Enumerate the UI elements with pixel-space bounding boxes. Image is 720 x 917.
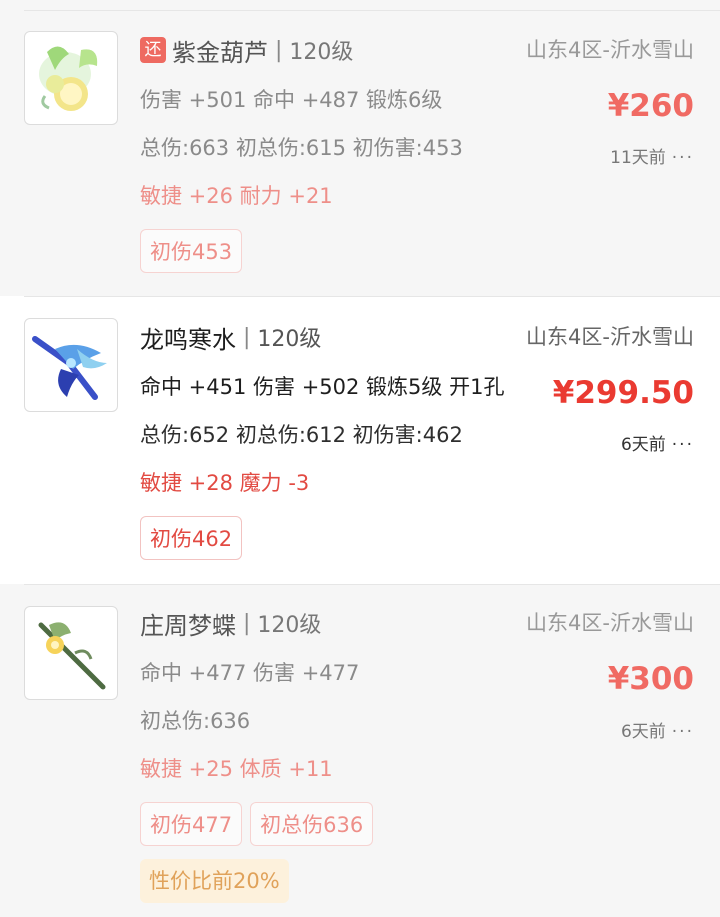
value-rank-tag: 性价比前20% [140,859,289,903]
item-stats: 命中 +451 伤害 +502 锻炼5级 开1孔 [140,375,505,399]
listing-card[interactable]: 庄周梦蝶 | 120级 山东4区-沂水雪山 命中 +477 伤害 +477 ¥3… [0,584,720,917]
staff-icon [38,622,106,690]
tag-chip: 初伤462 [140,516,243,560]
listed-time-text: 11天前 [610,148,666,168]
return-badge: 还 [140,37,166,63]
item-bonus: 敏捷 +26 耐力 +21 [140,184,333,208]
listed-time: 6天前 ··· [621,720,694,744]
listed-time-text: 6天前 [620,722,666,742]
more-options-icon[interactable]: ··· [672,722,694,742]
item-stats: 伤害 +501 命中 +487 锻炼6级 [140,88,443,112]
item-bonus: 敏捷 +25 体质 +11 [140,757,333,781]
server-label: 山东4区-沂水雪山 [526,325,694,349]
item-totals: 总伤:663 初总伤:615 初伤害:453 [140,136,463,160]
listing-list: 还 紫金葫芦 | 120级 山东4区-沂水雪山 伤害 +501 命中 +487 … [0,0,720,917]
item-level: 120级 [257,327,322,352]
item-totals: 总伤:652 初总伤:612 初伤害:462 [140,423,463,447]
item-thumbnail[interactable] [24,318,118,412]
gourd-icon [39,46,98,111]
server-label: 山东4区-沂水雪山 [526,38,694,62]
item-level: 120级 [257,613,322,638]
listing-card[interactable]: 龙鸣寒水 | 120级 山东4区-沂水雪山 命中 +451 伤害 +502 锻炼… [0,296,720,584]
item-name[interactable]: 庄周梦蝶 [140,606,236,641]
item-stats: 命中 +477 伤害 +477 [140,661,360,685]
item-bonus: 敏捷 +28 魔力 -3 [140,471,310,495]
level-divider: | [243,324,251,350]
server-label: 山东4区-沂水雪山 [526,611,694,635]
item-name[interactable]: 紫金葫芦 [172,33,268,68]
item-totals: 初总伤:636 [140,709,251,733]
item-price: ¥260 [607,88,694,124]
divider [24,296,720,297]
item-name[interactable]: 龙鸣寒水 [140,320,236,355]
tag-list: 初伤462 [140,516,243,560]
tag-list: 初伤477 初总伤636 [140,802,374,846]
listed-time-text: 6天前 [620,435,666,455]
item-level: 120级 [289,40,354,65]
listed-time: 6天前 ··· [621,433,694,457]
level-divider: | [275,37,283,63]
divider [24,10,720,11]
listed-time: 11天前 ··· [610,146,694,170]
tag-chip: 初总伤636 [250,802,374,846]
item-thumbnail[interactable] [24,31,118,125]
dragon-weapon-icon [32,336,107,400]
more-options-icon[interactable]: ··· [672,148,694,168]
tag-list: 初伤453 [140,229,243,273]
item-price: ¥299.50 [552,375,694,411]
value-tag-list: 性价比前20% [140,859,289,903]
tag-chip: 初伤453 [140,229,243,273]
item-price: ¥300 [607,661,694,697]
level-divider: | [243,610,251,636]
divider [24,584,720,585]
listing-card[interactable]: 还 紫金葫芦 | 120级 山东4区-沂水雪山 伤害 +501 命中 +487 … [0,0,720,296]
item-thumbnail[interactable] [24,606,118,700]
more-options-icon[interactable]: ··· [672,435,694,455]
tag-chip: 初伤477 [140,802,243,846]
